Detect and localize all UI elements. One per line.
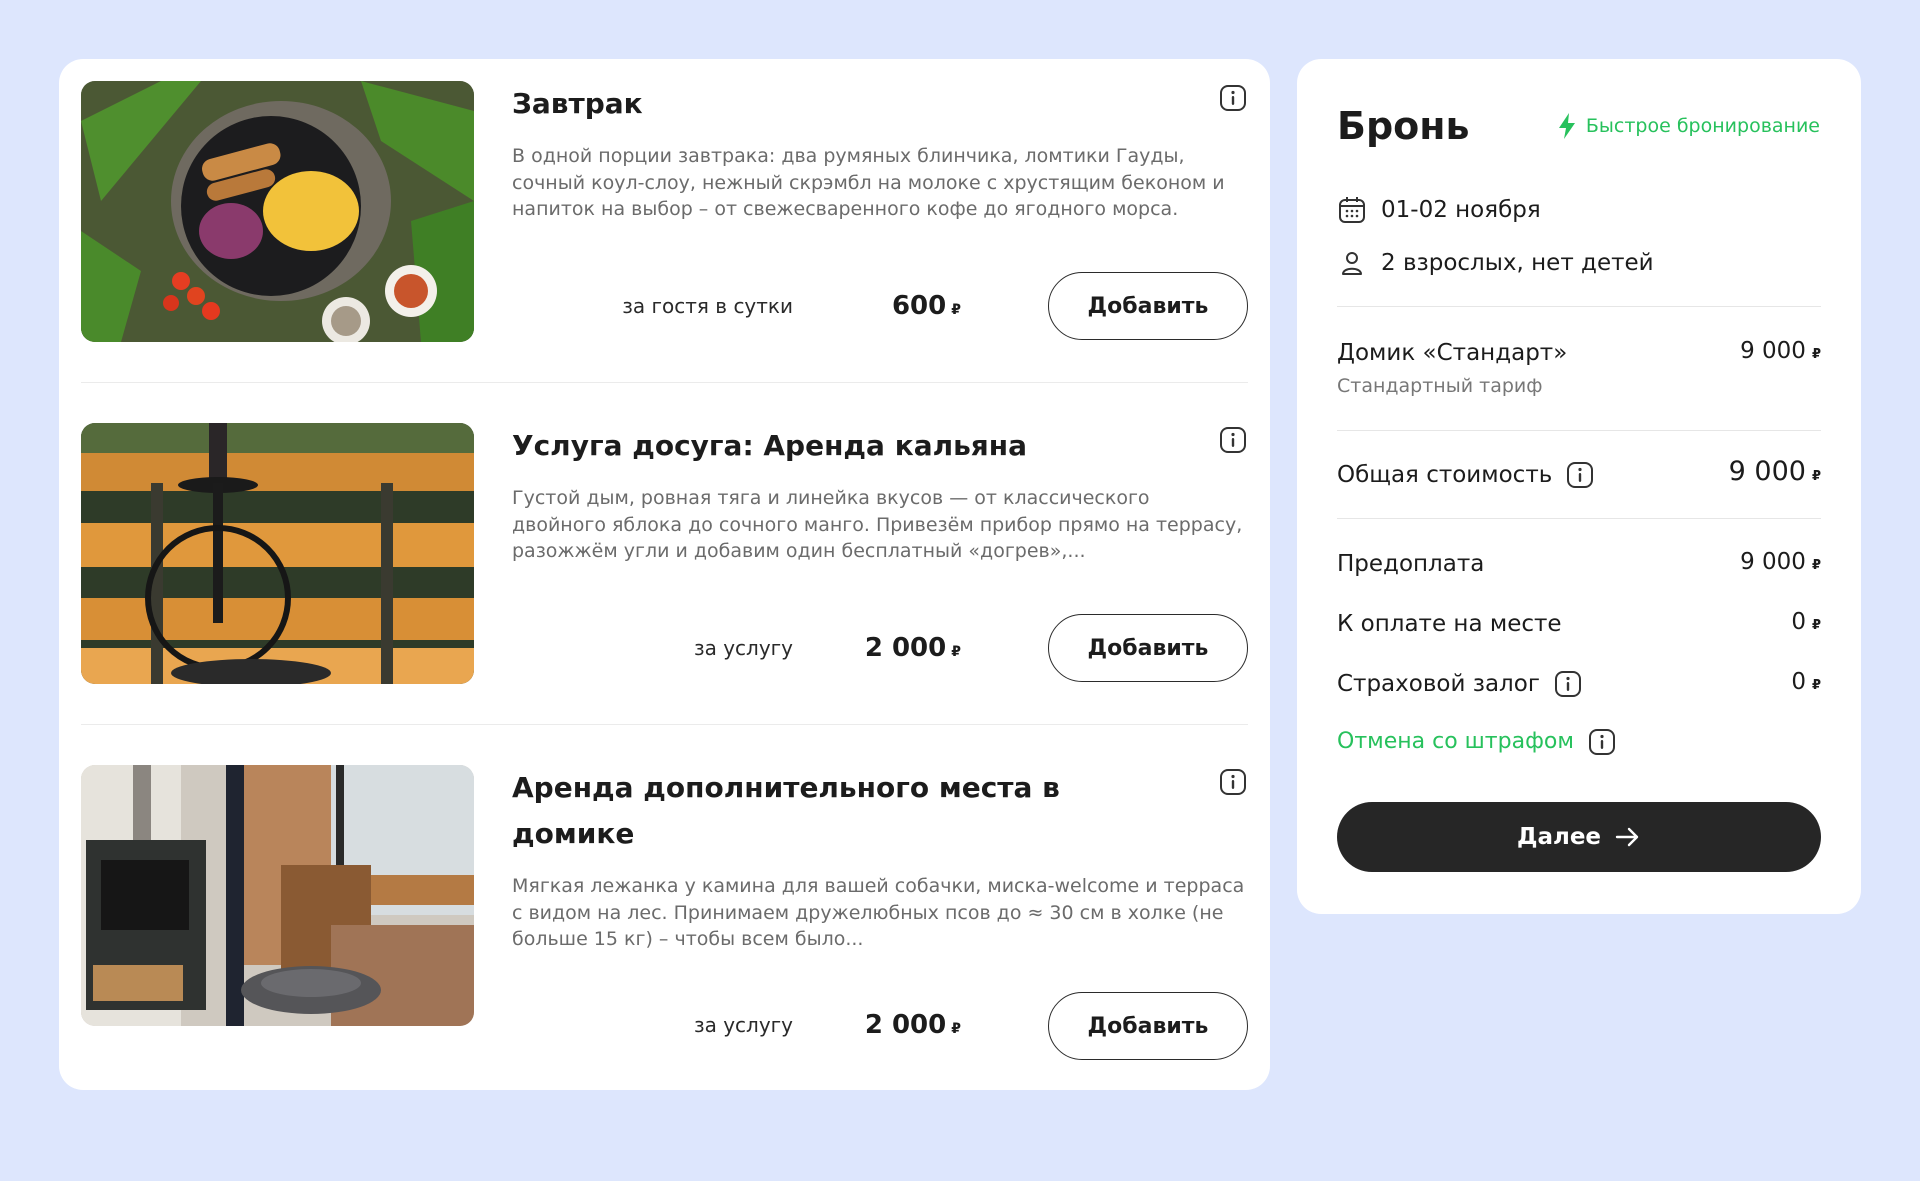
total-label: Общая стоимость [1337,461,1553,488]
divider [1337,430,1821,431]
ruble-sign: ₽ [1811,558,1821,573]
ruble-sign: ₽ [951,302,961,318]
arrow-right-icon [1615,826,1641,848]
extra-bed-photo [81,765,474,1026]
service-title: Аренда дополнительного места в домике [512,771,1060,850]
service-price: 600 ₽ [811,291,961,325]
service-item-breakfast: Завтрак В одной порции завтрака: два рум… [81,81,1248,342]
room-name: Домик «Стандарт» [1337,340,1568,366]
lightning-icon [1558,113,1576,139]
service-price: 2 000 ₽ [811,1010,961,1044]
prepayment-line: Предоплата 9 000 ₽ [1337,547,1821,581]
total-line: Общая стоимость 9 000 ₽ [1337,457,1821,492]
room-line: Домик «Стандарт» 9 000 ₽ [1337,336,1821,370]
total-price: 9 000 ₽ [1729,457,1821,492]
service-description: В одной порции завтрака: два румяных бли… [512,145,1225,220]
fast-booking-label: Быстрое бронирование [1585,115,1820,137]
service-description: Густой дым, ровная тяга и линейка вкусов… [512,487,1243,562]
booking-guests: 2 взрослых, нет детей [1337,248,1654,278]
dates-value: 01-02 ноября [1381,197,1541,223]
deposit-price: 0 ₽ [1791,667,1821,701]
prepayment-price: 9 000 ₽ [1740,547,1821,581]
price-unit: за услугу [693,636,793,660]
prepayment-label: Предоплата [1337,551,1485,577]
divider [81,382,1248,383]
deposit-value: 0 [1791,669,1806,695]
deposit-line: Страховой залог 0 ₽ [1337,667,1821,701]
onsite-value: 0 [1791,609,1806,635]
price-value: 600 [891,291,947,321]
tariff-name: Стандартный тариф [1337,375,1543,397]
ruble-sign: ₽ [1811,469,1821,484]
service-title: Завтрак [512,87,643,120]
service-item-hookah: Услуга досуга: Аренда кальяна Густой дым… [81,423,1248,684]
price-unit: за гостя в сутки [622,294,793,318]
price-unit: за услугу [693,1013,793,1037]
onsite-payment-line: К оплате на месте 0 ₽ [1337,607,1821,641]
fast-booking-link[interactable]: Быстрое бронирование [1558,111,1820,141]
add-button[interactable]: Добавить [1048,614,1248,682]
info-icon[interactable] [1566,461,1594,489]
booking-panel: Бронь Быстрое бронирование 01-02 ноября … [1297,59,1861,914]
next-button[interactable]: Далее [1337,802,1821,872]
onsite-label: К оплате на месте [1337,611,1562,637]
hookah-photo [81,423,474,684]
add-button[interactable]: Добавить [1048,272,1248,340]
ruble-sign: ₽ [951,1021,961,1037]
room-price: 9 000 ₽ [1740,336,1821,370]
ruble-sign: ₽ [1811,618,1821,633]
price-value: 2 000 [864,633,947,663]
onsite-price: 0 ₽ [1791,607,1821,641]
person-icon [1337,248,1367,278]
service-item-extra-bed: Аренда дополнительного места в домике Мя… [81,765,1248,1071]
services-panel: Завтрак В одной порции завтрака: два рум… [59,59,1270,1090]
info-icon[interactable] [1218,767,1248,797]
next-label: Далее [1516,824,1602,850]
cancel-label: Отмена со штрафом [1337,729,1574,754]
info-icon[interactable] [1218,425,1248,455]
prepayment-value: 9 000 [1740,549,1806,575]
breakfast-photo [81,81,474,342]
divider [81,724,1248,725]
add-button[interactable]: Добавить [1048,992,1248,1060]
service-description: Мягкая лежанка у камина для вашей собачк… [512,875,1245,950]
room-price-value: 9 000 [1740,338,1806,364]
price-value: 2 000 [864,1010,947,1040]
info-icon[interactable] [1554,670,1582,698]
divider [1337,306,1821,307]
info-icon[interactable] [1218,83,1248,113]
service-title: Услуга досуга: Аренда кальяна [512,429,1028,462]
divider [1337,518,1821,519]
ruble-sign: ₽ [1811,347,1821,362]
total-price-value: 9 000 [1728,456,1806,487]
deposit-label: Страховой залог [1337,671,1540,697]
ruble-sign: ₽ [1811,678,1821,693]
booking-dates: 01-02 ноября [1337,195,1541,225]
cancellation-policy-link[interactable]: Отмена со штрафом [1337,727,1616,757]
calendar-icon [1337,195,1367,225]
ruble-sign: ₽ [951,644,961,660]
info-icon[interactable] [1588,728,1616,756]
guests-value: 2 взрослых, нет детей [1381,250,1654,276]
booking-title: Бронь [1337,104,1470,148]
service-price: 2 000 ₽ [811,633,961,667]
